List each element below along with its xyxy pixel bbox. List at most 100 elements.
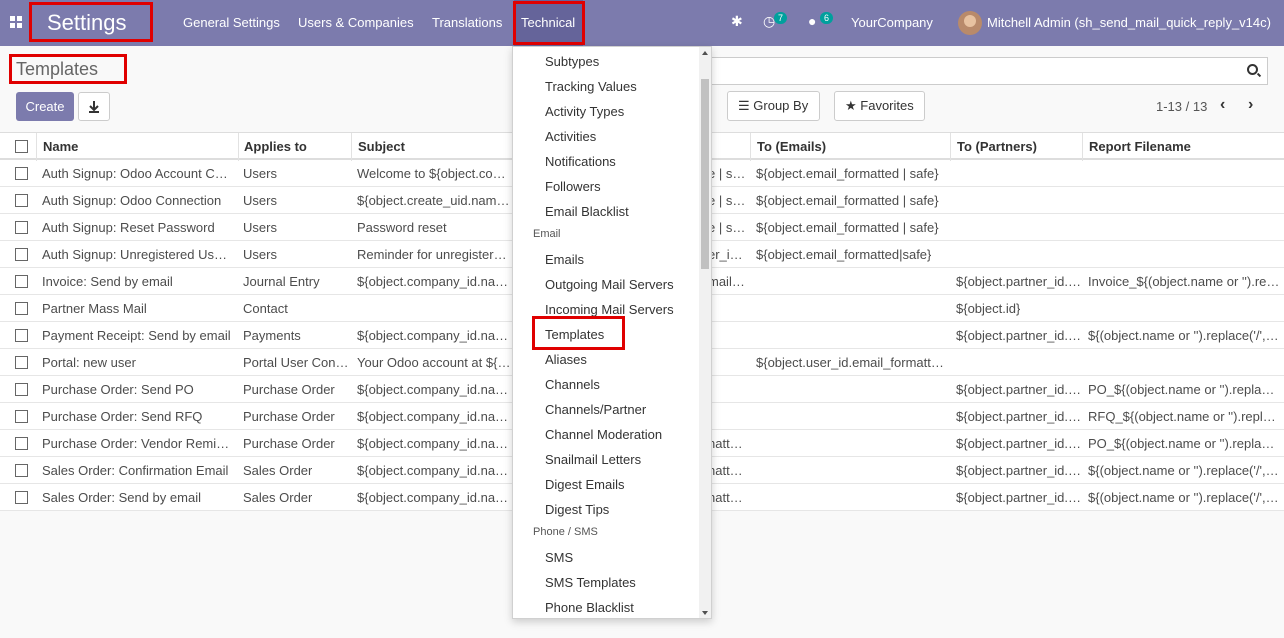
cell-applies: Users xyxy=(243,193,277,208)
search-icon[interactable] xyxy=(1247,64,1258,75)
row-checkbox[interactable] xyxy=(15,383,28,396)
cell-name: Purchase Order: Send PO xyxy=(42,382,194,397)
dropdown-item-emails[interactable]: Emails xyxy=(545,252,584,267)
cell-subject: ${object.company_id.name xyxy=(357,328,512,343)
breadcrumb: Templates xyxy=(16,59,99,79)
scrollbar-thumb[interactable] xyxy=(701,79,709,269)
header-to-partners[interactable]: To (Partners) xyxy=(957,139,1037,154)
row-checkbox[interactable] xyxy=(15,410,28,423)
dropdown-item-email-blacklist[interactable]: Email Blacklist xyxy=(545,204,629,219)
chevron-right-icon[interactable]: › xyxy=(1248,96,1253,114)
menu-general-settings[interactable]: General Settings xyxy=(183,15,280,30)
cell-name: Purchase Order: Vendor Remin… xyxy=(42,436,232,451)
chevron-left-icon[interactable]: ‹ xyxy=(1220,96,1225,114)
column-separator xyxy=(238,133,239,161)
cell-name: Sales Order: Confirmation Email xyxy=(42,463,229,478)
search-input[interactable] xyxy=(700,57,1268,85)
company-switcher[interactable]: YourCompany xyxy=(851,15,933,30)
cell-applies: Purchase Order xyxy=(243,409,335,424)
row-checkbox[interactable] xyxy=(15,491,28,504)
row-checkbox[interactable] xyxy=(15,356,28,369)
dropdown-item-followers[interactable]: Followers xyxy=(545,179,601,194)
dropdown-item-phone-blacklist[interactable]: Phone Blacklist xyxy=(545,600,634,615)
row-checkbox[interactable] xyxy=(15,302,28,315)
column-separator xyxy=(750,133,751,161)
cell-subject: Your Odoo account at ${obj xyxy=(357,355,512,370)
cell-to-partners: ${object.partner_id.id} xyxy=(956,328,1082,343)
row-checkbox[interactable] xyxy=(15,221,28,234)
cell-subject: ${object.company_id.name xyxy=(357,490,512,505)
download-icon xyxy=(89,101,99,113)
group-by-label: Group By xyxy=(753,98,809,113)
dropdown-item-channel-moderation[interactable]: Channel Moderation xyxy=(545,427,662,442)
dropdown-item-snailmail-letters[interactable]: Snailmail Letters xyxy=(545,452,641,467)
cell-applies: Journal Entry xyxy=(243,274,320,289)
row-checkbox[interactable] xyxy=(15,275,28,288)
cell-to-partners: ${object.partner_id.id} xyxy=(956,463,1082,478)
chat-bubble-icon[interactable]: ● xyxy=(808,13,816,29)
cell-frag: natt… xyxy=(708,463,743,478)
pager-value[interactable]: 1-13 / 13 xyxy=(1156,99,1207,114)
apps-menu-icon[interactable] xyxy=(10,16,23,29)
group-by-button[interactable]: ☰ Group By xyxy=(727,91,820,121)
cell-to-partners: ${object.partner_id.id} xyxy=(956,409,1082,424)
cell-frag: mail… xyxy=(708,274,745,289)
app-title[interactable]: Settings xyxy=(47,10,127,36)
cell-name: Partner Mass Mail xyxy=(42,301,147,316)
bug-icon[interactable]: ✱ xyxy=(731,13,743,30)
column-separator xyxy=(351,133,352,161)
cell-applies: Users xyxy=(243,166,277,181)
dropdown-item-templates[interactable]: Templates xyxy=(545,327,604,342)
scroll-down-icon[interactable] xyxy=(702,611,708,615)
scroll-up-icon[interactable] xyxy=(702,51,708,55)
create-button[interactable]: Create xyxy=(16,92,74,121)
cell-subject: ${object.create_uid.name} f xyxy=(357,193,512,208)
cell-applies: Purchase Order xyxy=(243,382,335,397)
user-menu[interactable]: Mitchell Admin (sh_send_mail_quick_reply… xyxy=(987,15,1271,30)
menu-translations[interactable]: Translations xyxy=(432,15,502,30)
dropdown-item-activities[interactable]: Activities xyxy=(545,129,596,144)
header-to-emails[interactable]: To (Emails) xyxy=(757,139,826,154)
select-all-checkbox[interactable] xyxy=(15,140,28,153)
row-checkbox[interactable] xyxy=(15,248,28,261)
cell-report: ${(object.name or '').replace('/','… xyxy=(1088,463,1280,478)
cell-applies: Purchase Order xyxy=(243,436,335,451)
dropdown-item-sms-templates[interactable]: SMS Templates xyxy=(545,575,636,590)
cell-name: Sales Order: Send by email xyxy=(42,490,201,505)
dropdown-item-activity-types[interactable]: Activity Types xyxy=(545,104,624,119)
favorites-button[interactable]: ★ Favorites xyxy=(834,91,925,121)
download-button[interactable] xyxy=(78,92,110,121)
header-report-filename[interactable]: Report Filename xyxy=(1089,139,1191,154)
header-applies-to[interactable]: Applies to xyxy=(244,139,307,154)
dropdown-item-digest-emails[interactable]: Digest Emails xyxy=(545,477,624,492)
dropdown-item-tracking-values[interactable]: Tracking Values xyxy=(545,79,637,94)
dropdown-item-outgoing-mail-servers[interactable]: Outgoing Mail Servers xyxy=(545,277,674,292)
cell-report: PO_${(object.name or '').replac… xyxy=(1088,436,1280,451)
user-avatar[interactable] xyxy=(958,11,982,35)
dropdown-item-subtypes[interactable]: Subtypes xyxy=(545,54,599,69)
dropdown-item-channels[interactable]: Channels xyxy=(545,377,600,392)
cell-report: PO_${(object.name or '').replac… xyxy=(1088,382,1280,397)
menu-users-companies[interactable]: Users & Companies xyxy=(298,15,414,30)
header-name[interactable]: Name xyxy=(43,139,78,154)
row-checkbox[interactable] xyxy=(15,194,28,207)
activity-count-badge: 7 xyxy=(774,12,788,24)
dropdown-item-incoming-mail-servers[interactable]: Incoming Mail Servers xyxy=(545,302,674,317)
dropdown-section-email: Email xyxy=(533,228,561,240)
cell-to-partners: ${object.id} xyxy=(956,301,1021,316)
dropdown-item-aliases[interactable]: Aliases xyxy=(545,352,587,367)
list-icon: ☰ xyxy=(738,98,750,113)
dropdown-item-sms[interactable]: SMS xyxy=(545,550,573,565)
technical-dropdown-menu: Subtypes Tracking Values Activity Types Act… xyxy=(512,46,712,619)
dropdown-item-digest-tips[interactable]: Digest Tips xyxy=(545,502,609,517)
row-checkbox[interactable] xyxy=(15,464,28,477)
menu-technical[interactable]: Technical xyxy=(521,15,575,30)
row-checkbox[interactable] xyxy=(15,437,28,450)
dropdown-item-notifications[interactable]: Notifications xyxy=(545,154,616,169)
row-checkbox[interactable] xyxy=(15,329,28,342)
dropdown-scrollbar[interactable] xyxy=(699,47,711,618)
cell-applies: Contact xyxy=(243,301,288,316)
header-subject[interactable]: Subject xyxy=(358,139,405,154)
dropdown-item-channels-partner[interactable]: Channels/Partner xyxy=(545,402,646,417)
row-checkbox[interactable] xyxy=(15,167,28,180)
